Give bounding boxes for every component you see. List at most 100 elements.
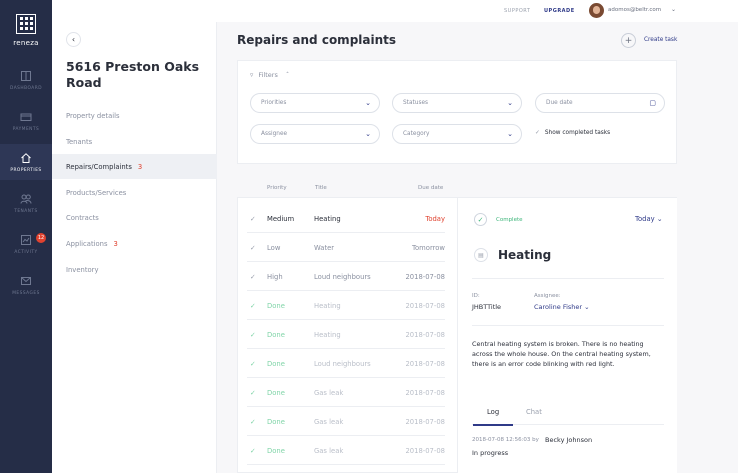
table-row[interactable]: ✓ Done Gas leak 2018-07-08 xyxy=(247,407,445,436)
menu-contracts[interactable]: Contracts xyxy=(52,205,217,230)
main-nav: reneza DASHBOARD PAYMENTS PROPERTIES TEN… xyxy=(0,0,52,473)
support-link[interactable]: SUPPORT xyxy=(504,8,530,14)
priorities-select[interactable]: Priorities ⌄ xyxy=(250,93,380,113)
menu-label: Inventory xyxy=(66,265,99,274)
log-author: Becky Johnson xyxy=(545,436,593,444)
tab-chat[interactable]: Chat xyxy=(526,408,542,416)
category-placeholder: Category xyxy=(403,131,430,137)
table-row[interactable]: ✓ Done Gas leak 2018-07-08 xyxy=(247,436,445,465)
row-title: Gas leak xyxy=(314,418,344,426)
statuses-placeholder: Statuses xyxy=(403,100,429,106)
check-icon: ✓ xyxy=(250,360,256,368)
logo-text: reneza xyxy=(13,38,39,47)
check-icon: ✓ xyxy=(250,244,256,252)
nav-activity[interactable]: ACTIVITY 12 xyxy=(0,226,52,262)
nav-label: TENANTS xyxy=(14,208,38,214)
table-row[interactable]: ✓ High Loud neighbours 2018-07-08 xyxy=(247,262,445,291)
property-sidebar: ‹ 5616 Preston Oaks Road Property detail… xyxy=(52,22,217,473)
menu-label: Repairs/Complaints xyxy=(66,162,132,171)
table-row[interactable]: ✓ Done Heating 2018-07-08 xyxy=(247,291,445,320)
col-title[interactable]: Title xyxy=(315,185,327,191)
property-title: 5616 Preston Oaks Road xyxy=(66,59,200,90)
chevron-down-icon[interactable]: ⌄ xyxy=(671,6,676,13)
id-value: JHBTTitle xyxy=(472,303,502,311)
check-icon: ✓ xyxy=(250,418,256,426)
statuses-select[interactable]: Statuses ⌄ xyxy=(392,93,522,113)
row-priority: Done xyxy=(267,331,285,339)
category-select[interactable]: Category ⌄ xyxy=(392,124,522,144)
id-label: ID: xyxy=(472,293,480,299)
nav-dashboard[interactable]: DASHBOARD xyxy=(0,62,52,98)
menu-tenants[interactable]: Tenants xyxy=(52,129,217,154)
chevron-down-icon: ⌄ xyxy=(365,99,371,107)
table-row[interactable]: ✓ Medium Heating Today xyxy=(247,204,445,233)
complete-toggle[interactable]: ✓ xyxy=(474,213,487,226)
menu-applications[interactable]: Applications 3 xyxy=(52,231,217,256)
nav-properties[interactable]: PROPERTIES xyxy=(0,144,52,180)
assignee-placeholder: Assignee xyxy=(261,131,288,137)
row-title: Heating xyxy=(314,331,341,339)
create-task-label[interactable]: Create task xyxy=(644,37,677,43)
nav-label: DASHBOARD xyxy=(9,85,43,91)
task-detail-panel xyxy=(457,198,677,473)
row-priority: Done xyxy=(267,389,285,397)
menu-label: Products/Services xyxy=(66,188,127,197)
due-date-field[interactable]: Due date ▢ xyxy=(535,93,665,113)
menu-property-details[interactable]: Property details xyxy=(52,103,217,128)
divider xyxy=(472,278,664,279)
row-due: 2018-07-08 xyxy=(405,447,445,455)
table-row[interactable]: ✓ Done Loud neighbours 2018-07-08 xyxy=(247,349,445,378)
row-priority: Done xyxy=(267,360,285,368)
document-icon: ▤ xyxy=(474,248,488,262)
col-due-date[interactable]: Due date xyxy=(418,185,443,191)
chevron-down-icon: ⌄ xyxy=(507,99,513,107)
upgrade-link[interactable]: UPGRADE xyxy=(544,8,575,14)
status-label: Complete xyxy=(496,217,523,223)
show-completed-checkbox[interactable]: ✓ Show completed tasks xyxy=(535,130,610,136)
show-completed-label: Show completed tasks xyxy=(544,130,611,136)
row-title: Water xyxy=(314,244,335,252)
row-title: Gas leak xyxy=(314,447,344,455)
menu-inventory[interactable]: Inventory xyxy=(52,257,217,282)
menu-label: Property details xyxy=(66,111,120,120)
menu-label: Applications xyxy=(66,239,108,248)
col-priority[interactable]: Priority xyxy=(267,185,287,191)
nav-payments[interactable]: PAYMENTS xyxy=(0,103,52,139)
due-dropdown[interactable]: Today ⌄ xyxy=(635,215,663,223)
payments-icon xyxy=(20,113,32,121)
menu-products-services[interactable]: Products/Services xyxy=(52,180,217,205)
nav-label: PAYMENTS xyxy=(12,126,40,132)
task-description: Central heating system is broken. There … xyxy=(472,340,651,368)
row-priority: Done xyxy=(267,302,285,310)
back-button[interactable]: ‹ xyxy=(66,32,81,47)
create-task-button[interactable]: + xyxy=(621,33,636,48)
filters-label: Filters xyxy=(258,71,278,79)
filters-toggle[interactable]: ▿ Filters ˆ xyxy=(250,71,289,79)
table-row[interactable]: ✓ Low Water Tomorrow xyxy=(247,233,445,262)
chevron-down-icon: ⌄ xyxy=(507,130,513,138)
calendar-icon: ▢ xyxy=(649,99,656,107)
row-due: 2018-07-08 xyxy=(405,360,445,368)
user-email[interactable]: adomos@beltr.com xyxy=(608,7,661,13)
divider xyxy=(472,325,664,326)
table-row[interactable]: ✓ Done Gas leak 2018-07-08 xyxy=(247,378,445,407)
nav-messages[interactable]: MESSAGES xyxy=(0,267,52,303)
check-icon: ✓ xyxy=(250,215,256,223)
chevron-left-icon: ‹ xyxy=(71,35,76,44)
table-row[interactable]: ✓ Done Heating 2018-07-08 xyxy=(247,320,445,349)
row-title: Gas leak xyxy=(314,389,344,397)
dashboard-icon xyxy=(21,70,31,81)
menu-repairs-complaints[interactable]: Repairs/Complaints 3 xyxy=(52,154,217,179)
assignee-select[interactable]: Assignee ⌄ xyxy=(250,124,380,144)
row-due: 2018-07-08 xyxy=(405,302,445,310)
log-time: 2018-07-08 12:56:03 by xyxy=(472,437,539,443)
messages-icon xyxy=(21,276,31,285)
tab-log[interactable]: Log xyxy=(487,408,499,416)
nav-tenants[interactable]: TENANTS xyxy=(0,185,52,221)
logo[interactable]: reneza xyxy=(0,0,52,60)
assignee-dropdown[interactable]: Caroline Fisher ⌄ xyxy=(534,303,590,311)
check-icon: ✓ xyxy=(250,273,256,281)
home-icon xyxy=(21,152,31,163)
check-icon: ✓ xyxy=(535,130,540,136)
avatar[interactable] xyxy=(589,3,604,18)
